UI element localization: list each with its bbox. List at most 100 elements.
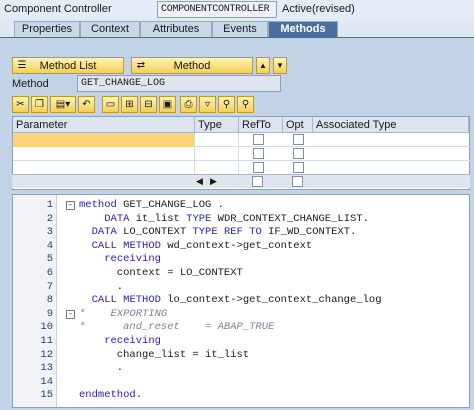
title-bar: Component Controller COMPONENTCONTROLLER… bbox=[0, 0, 474, 19]
tab-methods[interactable]: Methods bbox=[268, 21, 338, 37]
refto-checkbox[interactable] bbox=[253, 134, 264, 145]
refto-checkbox[interactable] bbox=[253, 162, 264, 173]
line-number: 12 bbox=[40, 348, 53, 361]
col-type[interactable]: Type bbox=[195, 117, 239, 133]
scroll-right-icon[interactable]: ▶ bbox=[210, 176, 217, 187]
line-number: 13 bbox=[40, 362, 53, 375]
line-number: 9 bbox=[46, 307, 53, 320]
method-name-field[interactable]: GET_CHANGE_LOG bbox=[77, 75, 281, 92]
table-hscrollbar[interactable]: ◀ ▶ bbox=[12, 174, 470, 188]
code-text: change_list = it_list bbox=[79, 348, 250, 361]
code-text: method GET_CHANGE_LOG . bbox=[79, 199, 224, 211]
code-text: DATA it_list TYPE WDR_CONTEXT_CHANGE_LIS… bbox=[104, 212, 369, 225]
method-list-label: Method List bbox=[39, 60, 97, 72]
component-label: Component Controller bbox=[4, 3, 112, 15]
code-line[interactable]: 13 . bbox=[13, 362, 469, 376]
arrow-up-icon[interactable]: ▲ bbox=[256, 57, 270, 74]
code-text: receiving bbox=[104, 335, 161, 347]
refto-checkbox[interactable] bbox=[252, 176, 263, 187]
line-number: 7 bbox=[46, 280, 53, 293]
col-refto[interactable]: RefTo bbox=[239, 117, 283, 133]
status-text: Active(revised) bbox=[282, 3, 355, 15]
paste-icon[interactable]: ▤▾ bbox=[50, 96, 76, 113]
tab-strip: Properties Context Attributes Events Met… bbox=[0, 19, 474, 37]
print-icon[interactable]: ⎙ bbox=[180, 96, 197, 113]
line-number: 4 bbox=[46, 239, 53, 252]
line-number: 15 bbox=[40, 389, 53, 402]
code-text: . bbox=[79, 280, 124, 293]
code-line[interactable]: 8 CALL METHOD lo_context->get_context_ch… bbox=[13, 294, 469, 308]
line-number: 10 bbox=[40, 321, 53, 334]
code-line[interactable]: 11 receiving bbox=[13, 335, 469, 349]
line-number: 11 bbox=[40, 335, 53, 347]
copy-icon[interactable]: ❐ bbox=[31, 96, 48, 113]
list-icon: ☰ bbox=[17, 60, 27, 71]
find-next-icon[interactable]: ⚲ bbox=[237, 96, 254, 113]
line-number: 2 bbox=[46, 212, 53, 225]
code-text: * EXPORTING bbox=[79, 307, 168, 320]
opt-checkbox[interactable] bbox=[293, 148, 304, 159]
insert-line-icon[interactable]: ⊞ bbox=[121, 96, 138, 113]
detail-icon[interactable]: ▣ bbox=[159, 96, 176, 113]
undo-icon[interactable]: ↶ bbox=[78, 96, 95, 113]
type-cell[interactable] bbox=[195, 133, 239, 147]
code-line[interactable]: 5 receiving bbox=[13, 253, 469, 267]
code-line[interactable]: 3 DATA LO_CONTEXT TYPE REF TO IF_WD_CONT… bbox=[13, 226, 469, 240]
parameter-cell-selected[interactable] bbox=[13, 133, 195, 147]
filter-icon[interactable]: ▿ bbox=[199, 96, 216, 113]
table-row[interactable] bbox=[13, 161, 470, 175]
refto-checkbox[interactable] bbox=[253, 148, 264, 159]
parameter-cell[interactable] bbox=[13, 147, 195, 161]
code-text: context = LO_CONTEXT bbox=[79, 267, 243, 279]
arrow-down-icon[interactable]: ▼ bbox=[273, 57, 287, 74]
tab-properties[interactable]: Properties bbox=[14, 21, 80, 37]
type-cell[interactable] bbox=[195, 161, 239, 175]
tab-context[interactable]: Context bbox=[80, 21, 140, 37]
col-parameter[interactable]: Parameter bbox=[13, 117, 195, 133]
method-label: Method bbox=[173, 60, 211, 72]
line-number: 6 bbox=[46, 267, 53, 279]
code-text: receiving bbox=[104, 253, 161, 266]
method-field-label: Method bbox=[12, 78, 49, 90]
code-line[interactable]: 10 * and_reset = ABAP_TRUE bbox=[13, 321, 469, 335]
fold-toggle-icon[interactable]: - bbox=[66, 309, 75, 319]
code-line[interactable]: 2 DATA it_list TYPE WDR_CONTEXT_CHANGE_L… bbox=[13, 212, 469, 227]
code-text: . bbox=[79, 362, 124, 375]
fold-toggle-icon[interactable]: - bbox=[66, 201, 75, 210]
code-line[interactable]: 1 - method GET_CHANGE_LOG . bbox=[13, 199, 469, 213]
opt-checkbox[interactable] bbox=[292, 176, 303, 187]
code-editor[interactable]: 1- method GET_CHANGE_LOG .2 DATA it_list … bbox=[12, 194, 470, 408]
line-number: 5 bbox=[46, 253, 53, 266]
line-number: 3 bbox=[46, 226, 53, 239]
col-opt[interactable]: Opt bbox=[283, 117, 313, 133]
type-cell[interactable] bbox=[195, 147, 239, 161]
method-list-button[interactable]: ☰ Method List bbox=[12, 57, 124, 74]
cut-icon[interactable]: ✂ bbox=[12, 96, 29, 113]
code-text: CALL METHOD lo_context->get_context_chan… bbox=[91, 294, 382, 307]
method-icon: ⇄ bbox=[136, 60, 146, 71]
code-line[interactable]: 14 bbox=[13, 376, 469, 390]
new-line-icon[interactable]: ▭ bbox=[102, 96, 119, 113]
code-line[interactable]: 12 change_list = it_list bbox=[13, 348, 469, 363]
code-line[interactable]: 15 endmethod. bbox=[13, 389, 469, 403]
code-line[interactable]: 4 CALL METHOD wd_context->get_context bbox=[13, 239, 469, 254]
code-line[interactable]: 9 - * EXPORTING bbox=[13, 307, 469, 322]
code-text: endmethod. bbox=[79, 389, 143, 402]
controller-name-field[interactable]: COMPONENTCONTROLLER bbox=[157, 1, 277, 18]
code-line[interactable]: 7 . bbox=[13, 280, 469, 295]
opt-checkbox[interactable] bbox=[293, 134, 304, 145]
table-row[interactable] bbox=[13, 147, 470, 161]
code-line[interactable]: 6 context = LO_CONTEXT bbox=[13, 267, 469, 281]
code-text: CALL METHOD wd_context->get_context bbox=[91, 239, 313, 252]
table-row[interactable] bbox=[13, 133, 470, 147]
method-button[interactable]: ⇄ Method bbox=[131, 57, 253, 74]
code-text: * and_reset = ABAP_TRUE bbox=[79, 321, 275, 334]
find-icon[interactable]: ⚲ bbox=[218, 96, 235, 113]
delete-line-icon[interactable]: ⊟ bbox=[140, 96, 157, 113]
col-associated-type[interactable]: Associated Type bbox=[313, 117, 469, 133]
tab-attributes[interactable]: Attributes bbox=[140, 21, 212, 37]
scroll-left-icon[interactable]: ◀ bbox=[196, 176, 203, 187]
opt-checkbox[interactable] bbox=[293, 162, 304, 173]
parameter-cell[interactable] bbox=[13, 161, 195, 175]
tab-events[interactable]: Events bbox=[212, 21, 268, 37]
